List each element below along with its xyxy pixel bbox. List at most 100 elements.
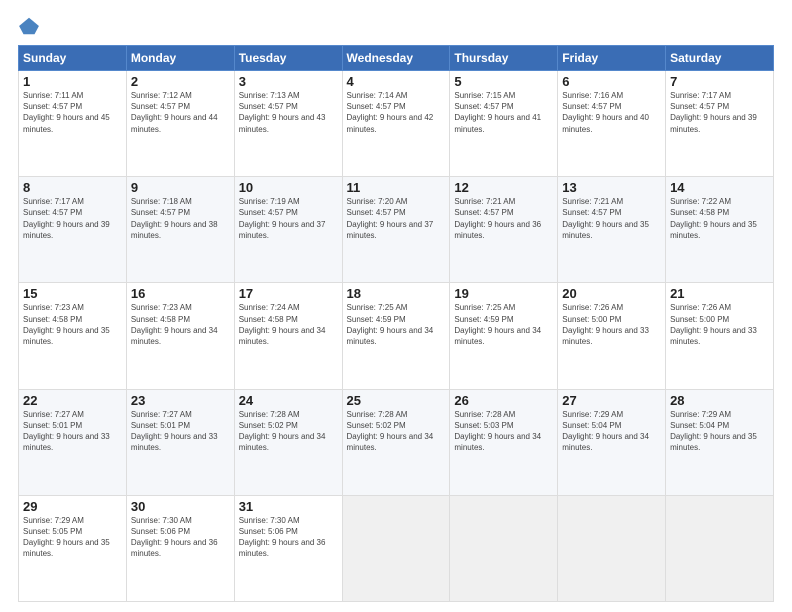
day-info: Sunrise: 7:18 AMSunset: 4:57 PMDaylight:…: [131, 197, 218, 240]
day-number: 25: [347, 393, 446, 408]
calendar-cell: 13 Sunrise: 7:21 AMSunset: 4:57 PMDaylig…: [558, 177, 666, 283]
day-number: 10: [239, 180, 338, 195]
calendar-cell: 12 Sunrise: 7:21 AMSunset: 4:57 PMDaylig…: [450, 177, 558, 283]
day-number: 11: [347, 180, 446, 195]
calendar-cell: 6 Sunrise: 7:16 AMSunset: 4:57 PMDayligh…: [558, 71, 666, 177]
day-number: 2: [131, 74, 230, 89]
day-number: 13: [562, 180, 661, 195]
day-number: 31: [239, 499, 338, 514]
day-info: Sunrise: 7:21 AMSunset: 4:57 PMDaylight:…: [454, 197, 541, 240]
day-number: 5: [454, 74, 553, 89]
day-number: 1: [23, 74, 122, 89]
column-header-sunday: Sunday: [19, 46, 127, 71]
day-number: 29: [23, 499, 122, 514]
calendar-cell: 31 Sunrise: 7:30 AMSunset: 5:06 PMDaylig…: [234, 495, 342, 601]
day-info: Sunrise: 7:17 AMSunset: 4:57 PMDaylight:…: [670, 91, 757, 134]
day-number: 18: [347, 286, 446, 301]
header: [18, 15, 774, 37]
day-info: Sunrise: 7:28 AMSunset: 5:03 PMDaylight:…: [454, 410, 541, 453]
day-info: Sunrise: 7:14 AMSunset: 4:57 PMDaylight:…: [347, 91, 434, 134]
day-info: Sunrise: 7:25 AMSunset: 4:59 PMDaylight:…: [347, 303, 434, 346]
calendar-cell: 23 Sunrise: 7:27 AMSunset: 5:01 PMDaylig…: [126, 389, 234, 495]
calendar-cell: 19 Sunrise: 7:25 AMSunset: 4:59 PMDaylig…: [450, 283, 558, 389]
day-info: Sunrise: 7:15 AMSunset: 4:57 PMDaylight:…: [454, 91, 541, 134]
column-header-wednesday: Wednesday: [342, 46, 450, 71]
day-number: 19: [454, 286, 553, 301]
day-info: Sunrise: 7:29 AMSunset: 5:05 PMDaylight:…: [23, 516, 110, 559]
day-info: Sunrise: 7:27 AMSunset: 5:01 PMDaylight:…: [23, 410, 110, 453]
day-number: 26: [454, 393, 553, 408]
day-info: Sunrise: 7:26 AMSunset: 5:00 PMDaylight:…: [670, 303, 757, 346]
calendar-cell: 22 Sunrise: 7:27 AMSunset: 5:01 PMDaylig…: [19, 389, 127, 495]
calendar-cell: 17 Sunrise: 7:24 AMSunset: 4:58 PMDaylig…: [234, 283, 342, 389]
day-number: 6: [562, 74, 661, 89]
calendar-cell: [558, 495, 666, 601]
column-header-saturday: Saturday: [666, 46, 774, 71]
day-number: 17: [239, 286, 338, 301]
calendar-cell: 29 Sunrise: 7:29 AMSunset: 5:05 PMDaylig…: [19, 495, 127, 601]
day-info: Sunrise: 7:21 AMSunset: 4:57 PMDaylight:…: [562, 197, 649, 240]
calendar-cell: 2 Sunrise: 7:12 AMSunset: 4:57 PMDayligh…: [126, 71, 234, 177]
calendar-table: SundayMondayTuesdayWednesdayThursdayFrid…: [18, 45, 774, 602]
day-number: 21: [670, 286, 769, 301]
day-number: 22: [23, 393, 122, 408]
calendar-week-2: 8 Sunrise: 7:17 AMSunset: 4:57 PMDayligh…: [19, 177, 774, 283]
day-number: 14: [670, 180, 769, 195]
calendar-cell: 11 Sunrise: 7:20 AMSunset: 4:57 PMDaylig…: [342, 177, 450, 283]
calendar-week-3: 15 Sunrise: 7:23 AMSunset: 4:58 PMDaylig…: [19, 283, 774, 389]
day-info: Sunrise: 7:23 AMSunset: 4:58 PMDaylight:…: [23, 303, 110, 346]
day-info: Sunrise: 7:24 AMSunset: 4:58 PMDaylight:…: [239, 303, 326, 346]
calendar-header-row: SundayMondayTuesdayWednesdayThursdayFrid…: [19, 46, 774, 71]
day-info: Sunrise: 7:12 AMSunset: 4:57 PMDaylight:…: [131, 91, 218, 134]
calendar-week-5: 29 Sunrise: 7:29 AMSunset: 5:05 PMDaylig…: [19, 495, 774, 601]
calendar-cell: [666, 495, 774, 601]
day-number: 3: [239, 74, 338, 89]
calendar-cell: 25 Sunrise: 7:28 AMSunset: 5:02 PMDaylig…: [342, 389, 450, 495]
calendar-cell: 1 Sunrise: 7:11 AMSunset: 4:57 PMDayligh…: [19, 71, 127, 177]
calendar-cell: 4 Sunrise: 7:14 AMSunset: 4:57 PMDayligh…: [342, 71, 450, 177]
calendar-cell: 15 Sunrise: 7:23 AMSunset: 4:58 PMDaylig…: [19, 283, 127, 389]
calendar-cell: 10 Sunrise: 7:19 AMSunset: 4:57 PMDaylig…: [234, 177, 342, 283]
day-info: Sunrise: 7:30 AMSunset: 5:06 PMDaylight:…: [131, 516, 218, 559]
calendar-cell: 20 Sunrise: 7:26 AMSunset: 5:00 PMDaylig…: [558, 283, 666, 389]
calendar-cell: 3 Sunrise: 7:13 AMSunset: 4:57 PMDayligh…: [234, 71, 342, 177]
day-info: Sunrise: 7:30 AMSunset: 5:06 PMDaylight:…: [239, 516, 326, 559]
column-header-tuesday: Tuesday: [234, 46, 342, 71]
day-info: Sunrise: 7:29 AMSunset: 5:04 PMDaylight:…: [670, 410, 757, 453]
calendar-week-4: 22 Sunrise: 7:27 AMSunset: 5:01 PMDaylig…: [19, 389, 774, 495]
day-number: 30: [131, 499, 230, 514]
day-number: 27: [562, 393, 661, 408]
day-number: 24: [239, 393, 338, 408]
calendar-cell: 28 Sunrise: 7:29 AMSunset: 5:04 PMDaylig…: [666, 389, 774, 495]
day-number: 7: [670, 74, 769, 89]
day-number: 28: [670, 393, 769, 408]
day-number: 23: [131, 393, 230, 408]
day-info: Sunrise: 7:22 AMSunset: 4:58 PMDaylight:…: [670, 197, 757, 240]
calendar-cell: 18 Sunrise: 7:25 AMSunset: 4:59 PMDaylig…: [342, 283, 450, 389]
calendar-cell: 30 Sunrise: 7:30 AMSunset: 5:06 PMDaylig…: [126, 495, 234, 601]
calendar-cell: 5 Sunrise: 7:15 AMSunset: 4:57 PMDayligh…: [450, 71, 558, 177]
day-number: 8: [23, 180, 122, 195]
day-number: 12: [454, 180, 553, 195]
day-info: Sunrise: 7:23 AMSunset: 4:58 PMDaylight:…: [131, 303, 218, 346]
calendar-cell: 8 Sunrise: 7:17 AMSunset: 4:57 PMDayligh…: [19, 177, 127, 283]
logo-icon: [18, 15, 40, 37]
column-header-monday: Monday: [126, 46, 234, 71]
calendar-cell: 27 Sunrise: 7:29 AMSunset: 5:04 PMDaylig…: [558, 389, 666, 495]
calendar-cell: 9 Sunrise: 7:18 AMSunset: 4:57 PMDayligh…: [126, 177, 234, 283]
day-number: 9: [131, 180, 230, 195]
column-header-friday: Friday: [558, 46, 666, 71]
day-number: 16: [131, 286, 230, 301]
day-number: 15: [23, 286, 122, 301]
day-info: Sunrise: 7:19 AMSunset: 4:57 PMDaylight:…: [239, 197, 326, 240]
day-number: 20: [562, 286, 661, 301]
calendar-cell: 16 Sunrise: 7:23 AMSunset: 4:58 PMDaylig…: [126, 283, 234, 389]
day-info: Sunrise: 7:16 AMSunset: 4:57 PMDaylight:…: [562, 91, 649, 134]
calendar-cell: [342, 495, 450, 601]
calendar-cell: 24 Sunrise: 7:28 AMSunset: 5:02 PMDaylig…: [234, 389, 342, 495]
page: SundayMondayTuesdayWednesdayThursdayFrid…: [0, 0, 792, 612]
logo: [18, 15, 42, 37]
day-info: Sunrise: 7:17 AMSunset: 4:57 PMDaylight:…: [23, 197, 110, 240]
calendar-cell: 7 Sunrise: 7:17 AMSunset: 4:57 PMDayligh…: [666, 71, 774, 177]
calendar-cell: 21 Sunrise: 7:26 AMSunset: 5:00 PMDaylig…: [666, 283, 774, 389]
